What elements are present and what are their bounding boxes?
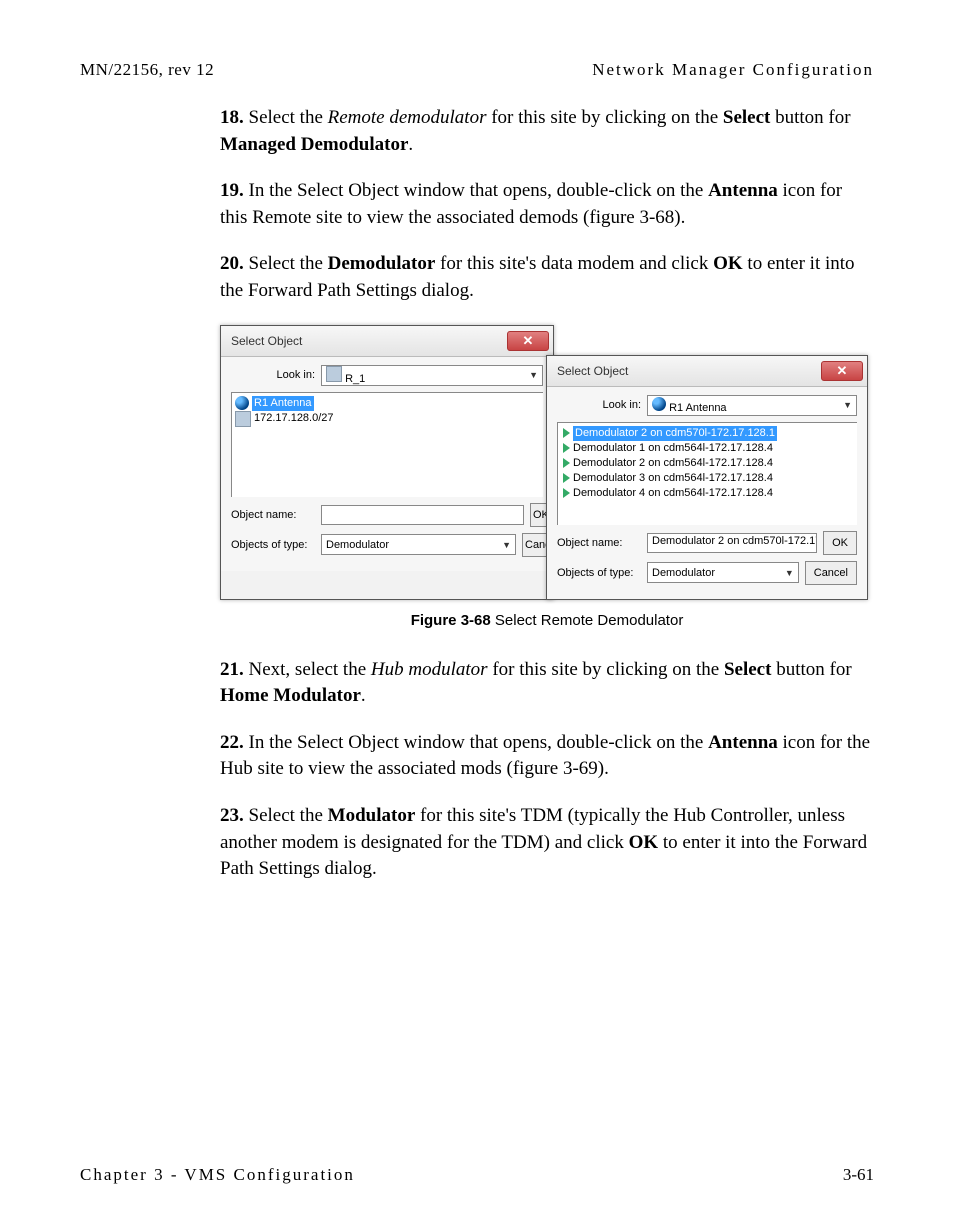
step-20: 20. Select the Demodulator for this site… [220, 251, 874, 304]
demod-icon [563, 443, 570, 453]
object-type-combo[interactable]: Demodulator▼ [321, 534, 516, 555]
header-right: Network Manager Configuration [592, 60, 874, 80]
figure-3-68: Select Object ✕ Look in: R_1 ▼ R1 An [220, 325, 874, 629]
figure-caption: Figure 3-68 Select Remote Demodulator [220, 612, 874, 629]
dialog-title: Select Object [557, 364, 628, 378]
list-item[interactable]: Demodulator 3 on cdm564l-172.17.128.4 [561, 471, 854, 486]
chevron-down-icon: ▼ [502, 540, 511, 550]
demod-icon [563, 488, 570, 498]
close-icon[interactable]: ✕ [507, 331, 549, 351]
step-22: 22. In the Select Object window that ope… [220, 730, 874, 783]
lookin-label: Look in: [231, 369, 315, 381]
step-19: 19. In the Select Object window that ope… [220, 178, 874, 231]
select-object-dialog-left: Select Object ✕ Look in: R_1 ▼ R1 An [220, 325, 554, 600]
step-21: 21. Next, select the Hub modulator for t… [220, 657, 874, 710]
object-type-combo[interactable]: Demodulator▼ [647, 562, 799, 583]
object-name-input[interactable] [321, 505, 524, 525]
object-name-label: Object name: [557, 537, 641, 549]
file-list[interactable]: Demodulator 2 on cdm570l-172.17.128.1 De… [557, 422, 857, 525]
chevron-down-icon: ▼ [843, 400, 852, 410]
file-list[interactable]: R1 Antenna 172.17.128.0/27 [231, 392, 543, 497]
list-item[interactable]: Demodulator 2 on cdm564l-172.17.128.4 [561, 456, 854, 471]
step-23: 23. Select the Modulator for this site's… [220, 803, 874, 883]
demod-icon [563, 458, 570, 468]
folder-icon [326, 366, 342, 382]
close-icon[interactable]: ✕ [821, 361, 863, 381]
list-item[interactable]: Demodulator 1 on cdm564l-172.17.128.4 [561, 441, 854, 456]
chevron-down-icon: ▼ [529, 370, 538, 380]
cancel-button[interactable]: Cancel [805, 561, 857, 585]
lookin-label: Look in: [557, 399, 641, 411]
header-left: MN/22156, rev 12 [80, 60, 214, 80]
select-object-dialog-right: Select Object ✕ Look in: R1 Antenna ▼ [546, 355, 868, 600]
network-icon [235, 411, 251, 427]
footer-right: 3-61 [843, 1165, 874, 1185]
antenna-icon [652, 397, 666, 411]
titlebar: Select Object ✕ [547, 356, 867, 387]
list-item[interactable]: R1 Antenna [235, 396, 540, 411]
footer-left: Chapter 3 - VMS Configuration [80, 1165, 355, 1185]
object-name-label: Object name: [231, 509, 315, 521]
object-type-label: Objects of type: [557, 567, 641, 579]
ok-button[interactable]: OK [823, 531, 857, 555]
lookin-combo[interactable]: R1 Antenna ▼ [647, 395, 857, 416]
chevron-down-icon: ▼ [785, 568, 794, 578]
list-item[interactable]: Demodulator 2 on cdm570l-172.17.128.1 [561, 426, 854, 441]
list-item[interactable]: 172.17.128.0/27 [235, 411, 540, 427]
page-header: MN/22156, rev 12 Network Manager Configu… [80, 60, 874, 80]
object-name-input[interactable]: Demodulator 2 on cdm570l-172.17. [647, 533, 817, 553]
antenna-icon [235, 396, 249, 410]
demod-icon [563, 428, 570, 438]
list-item[interactable]: Demodulator 4 on cdm564l-172.17.128.4 [561, 486, 854, 501]
lookin-combo[interactable]: R_1 ▼ [321, 365, 543, 386]
step-18: 18. Select the Remote demodulator for th… [220, 105, 874, 158]
demod-icon [563, 473, 570, 483]
page-footer: Chapter 3 - VMS Configuration 3-61 [80, 1165, 874, 1185]
titlebar: Select Object ✕ [221, 326, 553, 357]
dialog-title: Select Object [231, 334, 302, 348]
object-type-label: Objects of type: [231, 539, 315, 551]
